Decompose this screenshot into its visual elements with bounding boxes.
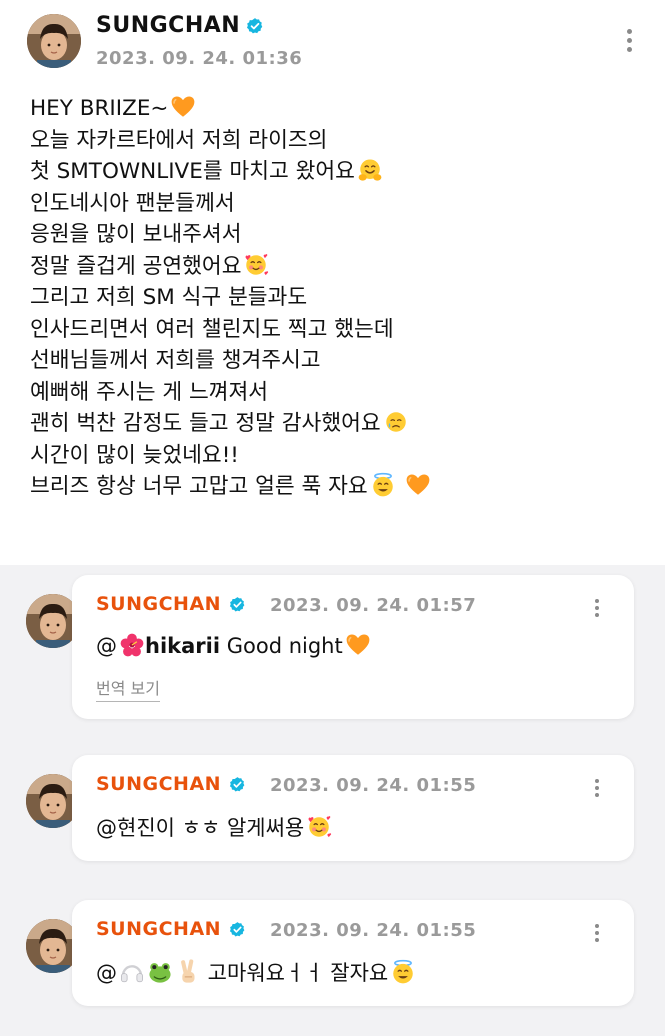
halo-face-icon: [370, 472, 396, 498]
verified-badge-icon: [229, 596, 246, 613]
orange-heart-icon: [170, 94, 196, 120]
post-line: 응원을 많이 보내주셔서: [30, 222, 242, 247]
reply-author-name[interactable]: SUNGCHAN: [96, 593, 221, 615]
post-line: 브리즈 항상 너무 고맙고 얼른 푹 자요: [30, 471, 640, 503]
reply-author-name[interactable]: SUNGCHAN: [96, 773, 221, 795]
post-line: 시간이 많이 늦었네요!!: [30, 442, 239, 468]
post-line: 인도네시아 팬분들께서: [30, 190, 235, 216]
post-body: HEY BRIIZE~ 오늘 자카르타에서 저희 라이즈의 첫 SMTOWNLI…: [30, 93, 640, 503]
victory-hand-icon: [175, 959, 201, 985]
post-line: HEY BRIIZE~: [30, 93, 640, 125]
verified-badge-icon: [229, 776, 246, 793]
post-timestamp: 2023. 09. 24. 01:36: [96, 48, 303, 69]
reply-bubble: SUNGCHAN 2023. 09. 24. 01:55 @현진이 ㅎㅎ 알게써…: [72, 755, 634, 861]
translate-link[interactable]: 번역 보기: [96, 675, 160, 702]
post-line: 정말 즐겁게 공연했어요: [30, 251, 640, 283]
mention-at[interactable]: @: [96, 961, 117, 985]
reply-item: SUNGCHAN 2023. 09. 24. 01:55 @현진이 ㅎㅎ 알게써…: [0, 755, 665, 865]
reply-item: SUNGCHAN 2023. 09. 24. 01:55 @ 고마워요ㅓㅓ 잘자…: [0, 900, 665, 1010]
halo-face-icon: [390, 959, 416, 985]
hibiscus-icon: [119, 632, 145, 658]
reply-text: @현진이 ㅎㅎ 알게써용: [96, 812, 332, 842]
reply-author-row[interactable]: SUNGCHAN: [96, 593, 246, 615]
reply-more-options-icon[interactable]: [594, 779, 600, 797]
main-post: SUNGCHAN 2023. 09. 24. 01:36 HEY BRIIZE~…: [0, 0, 665, 565]
reply-timestamp: 2023. 09. 24. 01:57: [270, 595, 477, 616]
hugging-face-icon: [357, 157, 383, 183]
smiling-face-with-hearts-icon: [243, 252, 269, 278]
reply-text: @ hikarii Good night: [96, 632, 371, 658]
reply-text: @ 고마워요ㅓㅓ 잘자요: [96, 957, 416, 987]
post-more-options-icon[interactable]: [626, 29, 632, 52]
reply-more-options-icon[interactable]: [594, 599, 600, 617]
holding-back-tears-icon: [383, 409, 409, 435]
post-line: 그리고 저희 SM 식구 분들과도: [30, 285, 308, 310]
post-line: 오늘 자카르타에서 저희 라이즈의: [30, 127, 328, 153]
reply-author-name[interactable]: SUNGCHAN: [96, 918, 221, 940]
headphones-icon: [119, 959, 145, 985]
verified-badge-icon: [229, 921, 246, 938]
author-avatar[interactable]: [27, 14, 81, 68]
post-line: 선배님들께서 저희를 챙겨주시고: [30, 348, 321, 373]
mention-at[interactable]: @: [96, 634, 117, 658]
reply-timestamp: 2023. 09. 24. 01:55: [270, 775, 477, 796]
reply-item: SUNGCHAN 2023. 09. 24. 01:57 @ hikarii Go…: [0, 575, 665, 725]
post-author-name[interactable]: SUNGCHAN: [96, 13, 240, 38]
reply-author-row[interactable]: SUNGCHAN: [96, 773, 246, 795]
post-line: 예뻐해 주시는 게 느껴져서: [30, 379, 269, 405]
reply-timestamp: 2023. 09. 24. 01:55: [270, 920, 477, 941]
reply-bubble: SUNGCHAN 2023. 09. 24. 01:57 @ hikarii Go…: [72, 575, 634, 719]
frog-icon: [147, 959, 173, 985]
orange-heart-icon: [405, 472, 431, 498]
mention-name[interactable]: hikarii: [145, 634, 220, 658]
verified-badge-icon: [246, 17, 264, 35]
orange-heart-icon: [345, 632, 371, 658]
reply-bubble: SUNGCHAN 2023. 09. 24. 01:55 @ 고마워요ㅓㅓ 잘자…: [72, 900, 634, 1006]
post-line: 인사드리면서 여러 챌린지도 찍고 했는데: [30, 316, 394, 342]
post-line: 첫 SMTOWNLIVE를 마치고 왔어요: [30, 156, 640, 188]
post-author-row[interactable]: SUNGCHAN: [96, 13, 264, 38]
mention-name[interactable]: @현진이: [96, 816, 175, 840]
reply-more-options-icon[interactable]: [594, 924, 600, 942]
post-line: 괜히 벅찬 감정도 들고 정말 감사했어요: [30, 408, 640, 440]
reply-author-row[interactable]: SUNGCHAN: [96, 918, 246, 940]
smiling-face-with-hearts-icon: [306, 814, 332, 840]
